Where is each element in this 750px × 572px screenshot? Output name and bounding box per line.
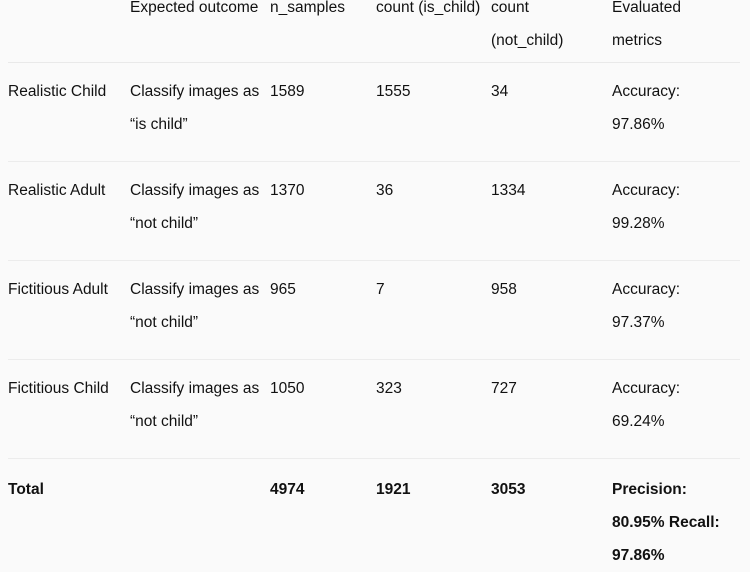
scenario-label: Fictitious Adult	[8, 280, 108, 298]
column-header-evaluated-metrics: Evaluated metrics	[612, 0, 740, 63]
total-evaluated-metrics-value: Precision: 80.95% Recall: 97.86%	[612, 480, 720, 564]
n-samples-value: 1589	[270, 82, 305, 100]
cell-n-samples: 965	[270, 260, 376, 360]
count-is-child-value: 323	[376, 379, 402, 397]
table-row: Fictitious Adult Classify images as “not…	[8, 260, 740, 360]
n-samples-value: 1050	[270, 379, 305, 397]
cell-expected-outcome: Classify images as “not child”	[130, 161, 270, 261]
evaluated-metrics-value: Accuracy: 97.37%	[612, 280, 681, 331]
evaluated-metrics-value: Accuracy: 69.24%	[612, 379, 681, 430]
count-is-child-value: 1555	[376, 82, 411, 100]
table-header: Expected outcome n_samples count (is_chi…	[8, 0, 740, 63]
cell-count-is-child: 323	[376, 359, 491, 459]
scenario-label: Realistic Child	[8, 82, 107, 100]
count-not-child-value: 958	[491, 280, 517, 298]
expected-outcome-text: Classify images as “not child”	[130, 280, 260, 331]
cell-count-is-child: 36	[376, 161, 491, 261]
n-samples-value: 965	[270, 280, 296, 298]
scenario-label: Fictitious Child	[8, 379, 109, 397]
expected-outcome-text: Classify images as “not child”	[130, 379, 260, 430]
table-header-row: Expected outcome n_samples count (is_chi…	[8, 0, 740, 63]
cell-scenario: Fictitious Child	[8, 359, 130, 459]
cell-evaluated-metrics: Accuracy: 97.86%	[612, 62, 740, 162]
cell-count-not-child: 958	[491, 260, 612, 360]
table-row: Fictitious Child Classify images as “not…	[8, 359, 740, 459]
column-header-count-is-child: count (is_child)	[376, 0, 491, 63]
total-count-is-child-value: 1921	[376, 480, 411, 498]
column-header-expected-outcome-label: Expected outcome	[130, 0, 259, 16]
cell-total-count-not-child: 3053	[491, 458, 612, 572]
column-header-evaluated-metrics-label: Evaluated metrics	[612, 0, 681, 49]
cell-total-label: Total	[8, 458, 130, 572]
cell-evaluated-metrics: Accuracy: 99.28%	[612, 161, 740, 261]
cell-total-n-samples: 4974	[270, 458, 376, 572]
evaluation-table-container: Expected outcome n_samples count (is_chi…	[0, 0, 750, 572]
table-body: Realistic Child Classify images as “is c…	[8, 62, 740, 572]
cell-n-samples: 1589	[270, 62, 376, 162]
column-header-scenario	[8, 0, 130, 63]
count-not-child-value: 1334	[491, 181, 526, 199]
cell-total-evaluated-metrics: Precision: 80.95% Recall: 97.86%	[612, 458, 740, 572]
table-row: Realistic Child Classify images as “is c…	[8, 62, 740, 162]
cell-evaluated-metrics: Accuracy: 97.37%	[612, 260, 740, 360]
cell-count-not-child: 1334	[491, 161, 612, 261]
n-samples-value: 1370	[270, 181, 305, 199]
column-header-expected-outcome: Expected outcome	[130, 0, 270, 63]
total-expected-outcome	[130, 459, 260, 473]
count-is-child-value: 36	[376, 181, 394, 199]
evaluation-results-table: Expected outcome n_samples count (is_chi…	[8, 0, 740, 572]
column-header-count-is-child-label: count (is_child)	[376, 0, 481, 16]
total-label: Total	[8, 480, 44, 498]
cell-total-expected-outcome	[130, 458, 270, 572]
cell-scenario: Realistic Child	[8, 62, 130, 162]
cell-count-is-child: 1555	[376, 62, 491, 162]
scenario-label: Realistic Adult	[8, 181, 106, 199]
cell-expected-outcome: Classify images as “is child”	[130, 62, 270, 162]
table-total-row: Total 4974 1921 3053 Precision: 80.95% R…	[8, 458, 740, 572]
cell-evaluated-metrics: Accuracy: 69.24%	[612, 359, 740, 459]
expected-outcome-text: Classify images as “is child”	[130, 82, 260, 133]
cell-count-is-child: 7	[376, 260, 491, 360]
total-n-samples-value: 4974	[270, 480, 305, 498]
count-not-child-value: 34	[491, 82, 509, 100]
cell-n-samples: 1370	[270, 161, 376, 261]
total-count-not-child-value: 3053	[491, 480, 526, 498]
column-header-count-not-child-label: count (not_child)	[491, 0, 564, 49]
evaluated-metrics-value: Accuracy: 97.86%	[612, 82, 681, 133]
cell-scenario: Realistic Adult	[8, 161, 130, 261]
count-is-child-value: 7	[376, 280, 385, 298]
table-row: Realistic Adult Classify images as “not …	[8, 161, 740, 261]
evaluated-metrics-value: Accuracy: 99.28%	[612, 181, 681, 232]
cell-total-count-is-child: 1921	[376, 458, 491, 572]
cell-count-not-child: 727	[491, 359, 612, 459]
expected-outcome-text: Classify images as “not child”	[130, 181, 260, 232]
cell-scenario: Fictitious Adult	[8, 260, 130, 360]
count-not-child-value: 727	[491, 379, 517, 397]
cell-expected-outcome: Classify images as “not child”	[130, 260, 270, 360]
column-header-n-samples-label: n_samples	[270, 0, 345, 16]
cell-n-samples: 1050	[270, 359, 376, 459]
column-header-n-samples: n_samples	[270, 0, 376, 63]
cell-expected-outcome: Classify images as “not child”	[130, 359, 270, 459]
column-header-count-not-child: count (not_child)	[491, 0, 612, 63]
cell-count-not-child: 34	[491, 62, 612, 162]
